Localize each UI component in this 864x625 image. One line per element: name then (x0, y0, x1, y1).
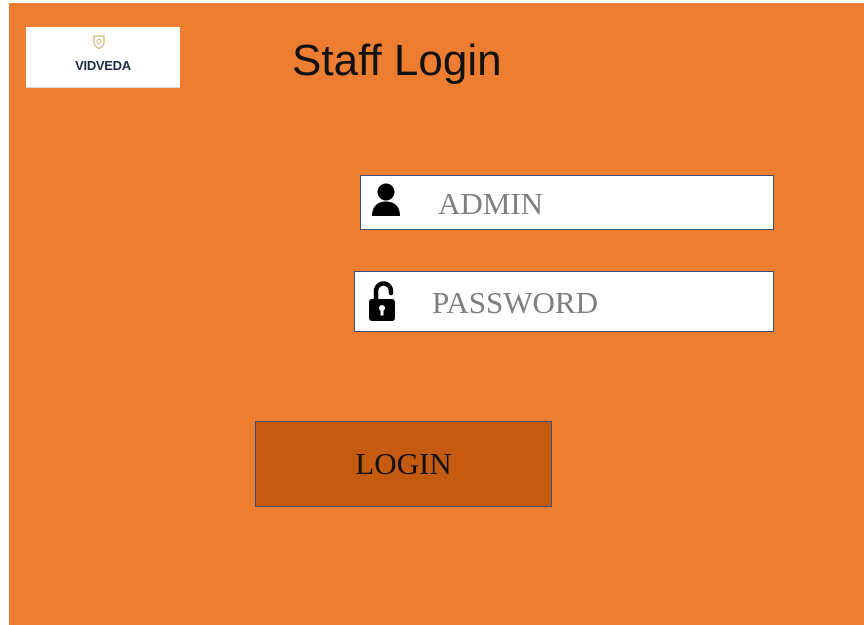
unlock-icon (369, 281, 395, 321)
logo: VIDVEDA (26, 27, 180, 88)
logo-text: VIDVEDA (75, 58, 131, 73)
shield-crest-icon (93, 35, 105, 49)
login-button[interactable]: LOGIN (255, 421, 552, 507)
username-input[interactable] (438, 186, 758, 222)
user-icon (372, 183, 400, 216)
password-field[interactable] (354, 271, 774, 332)
page-title: Staff Login (292, 36, 502, 85)
password-input[interactable] (432, 285, 752, 321)
username-field[interactable] (360, 175, 774, 230)
login-panel: VIDVEDA Staff Login LOGIN (9, 3, 864, 625)
